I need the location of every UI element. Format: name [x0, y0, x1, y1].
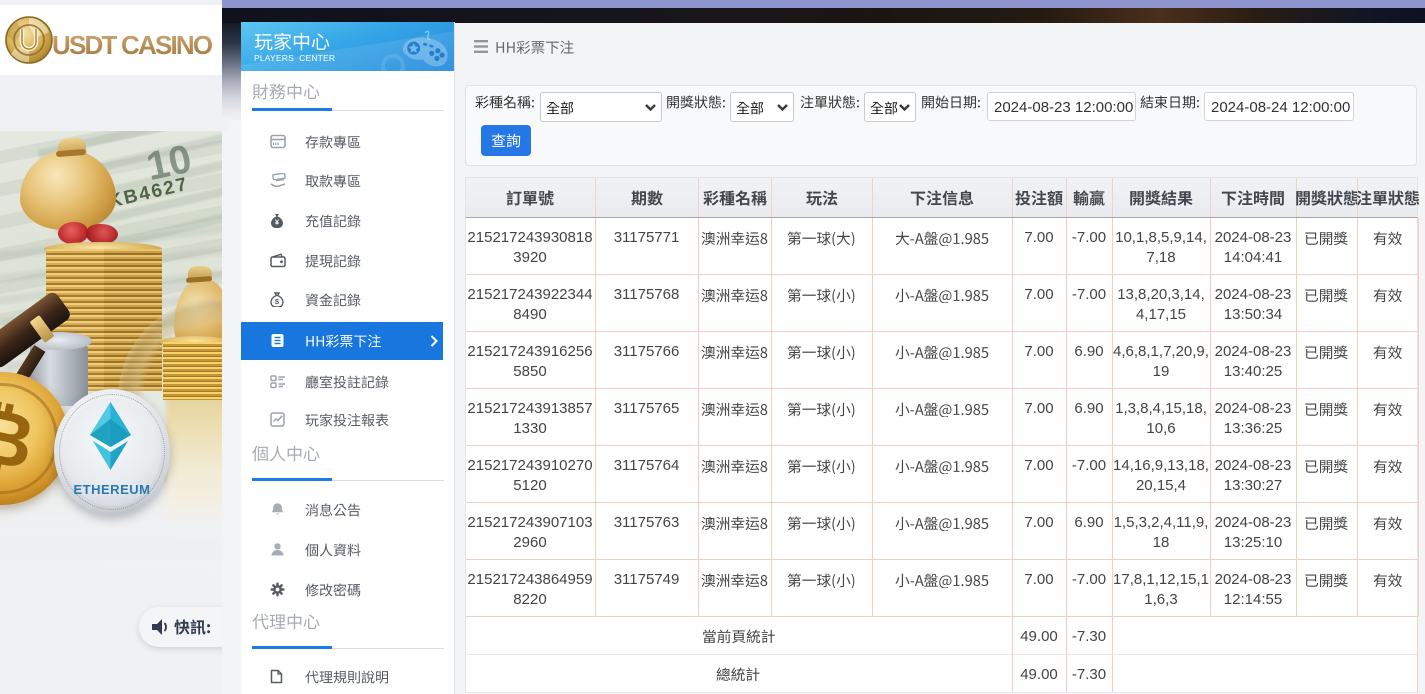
- svg-text:$: $: [275, 297, 280, 306]
